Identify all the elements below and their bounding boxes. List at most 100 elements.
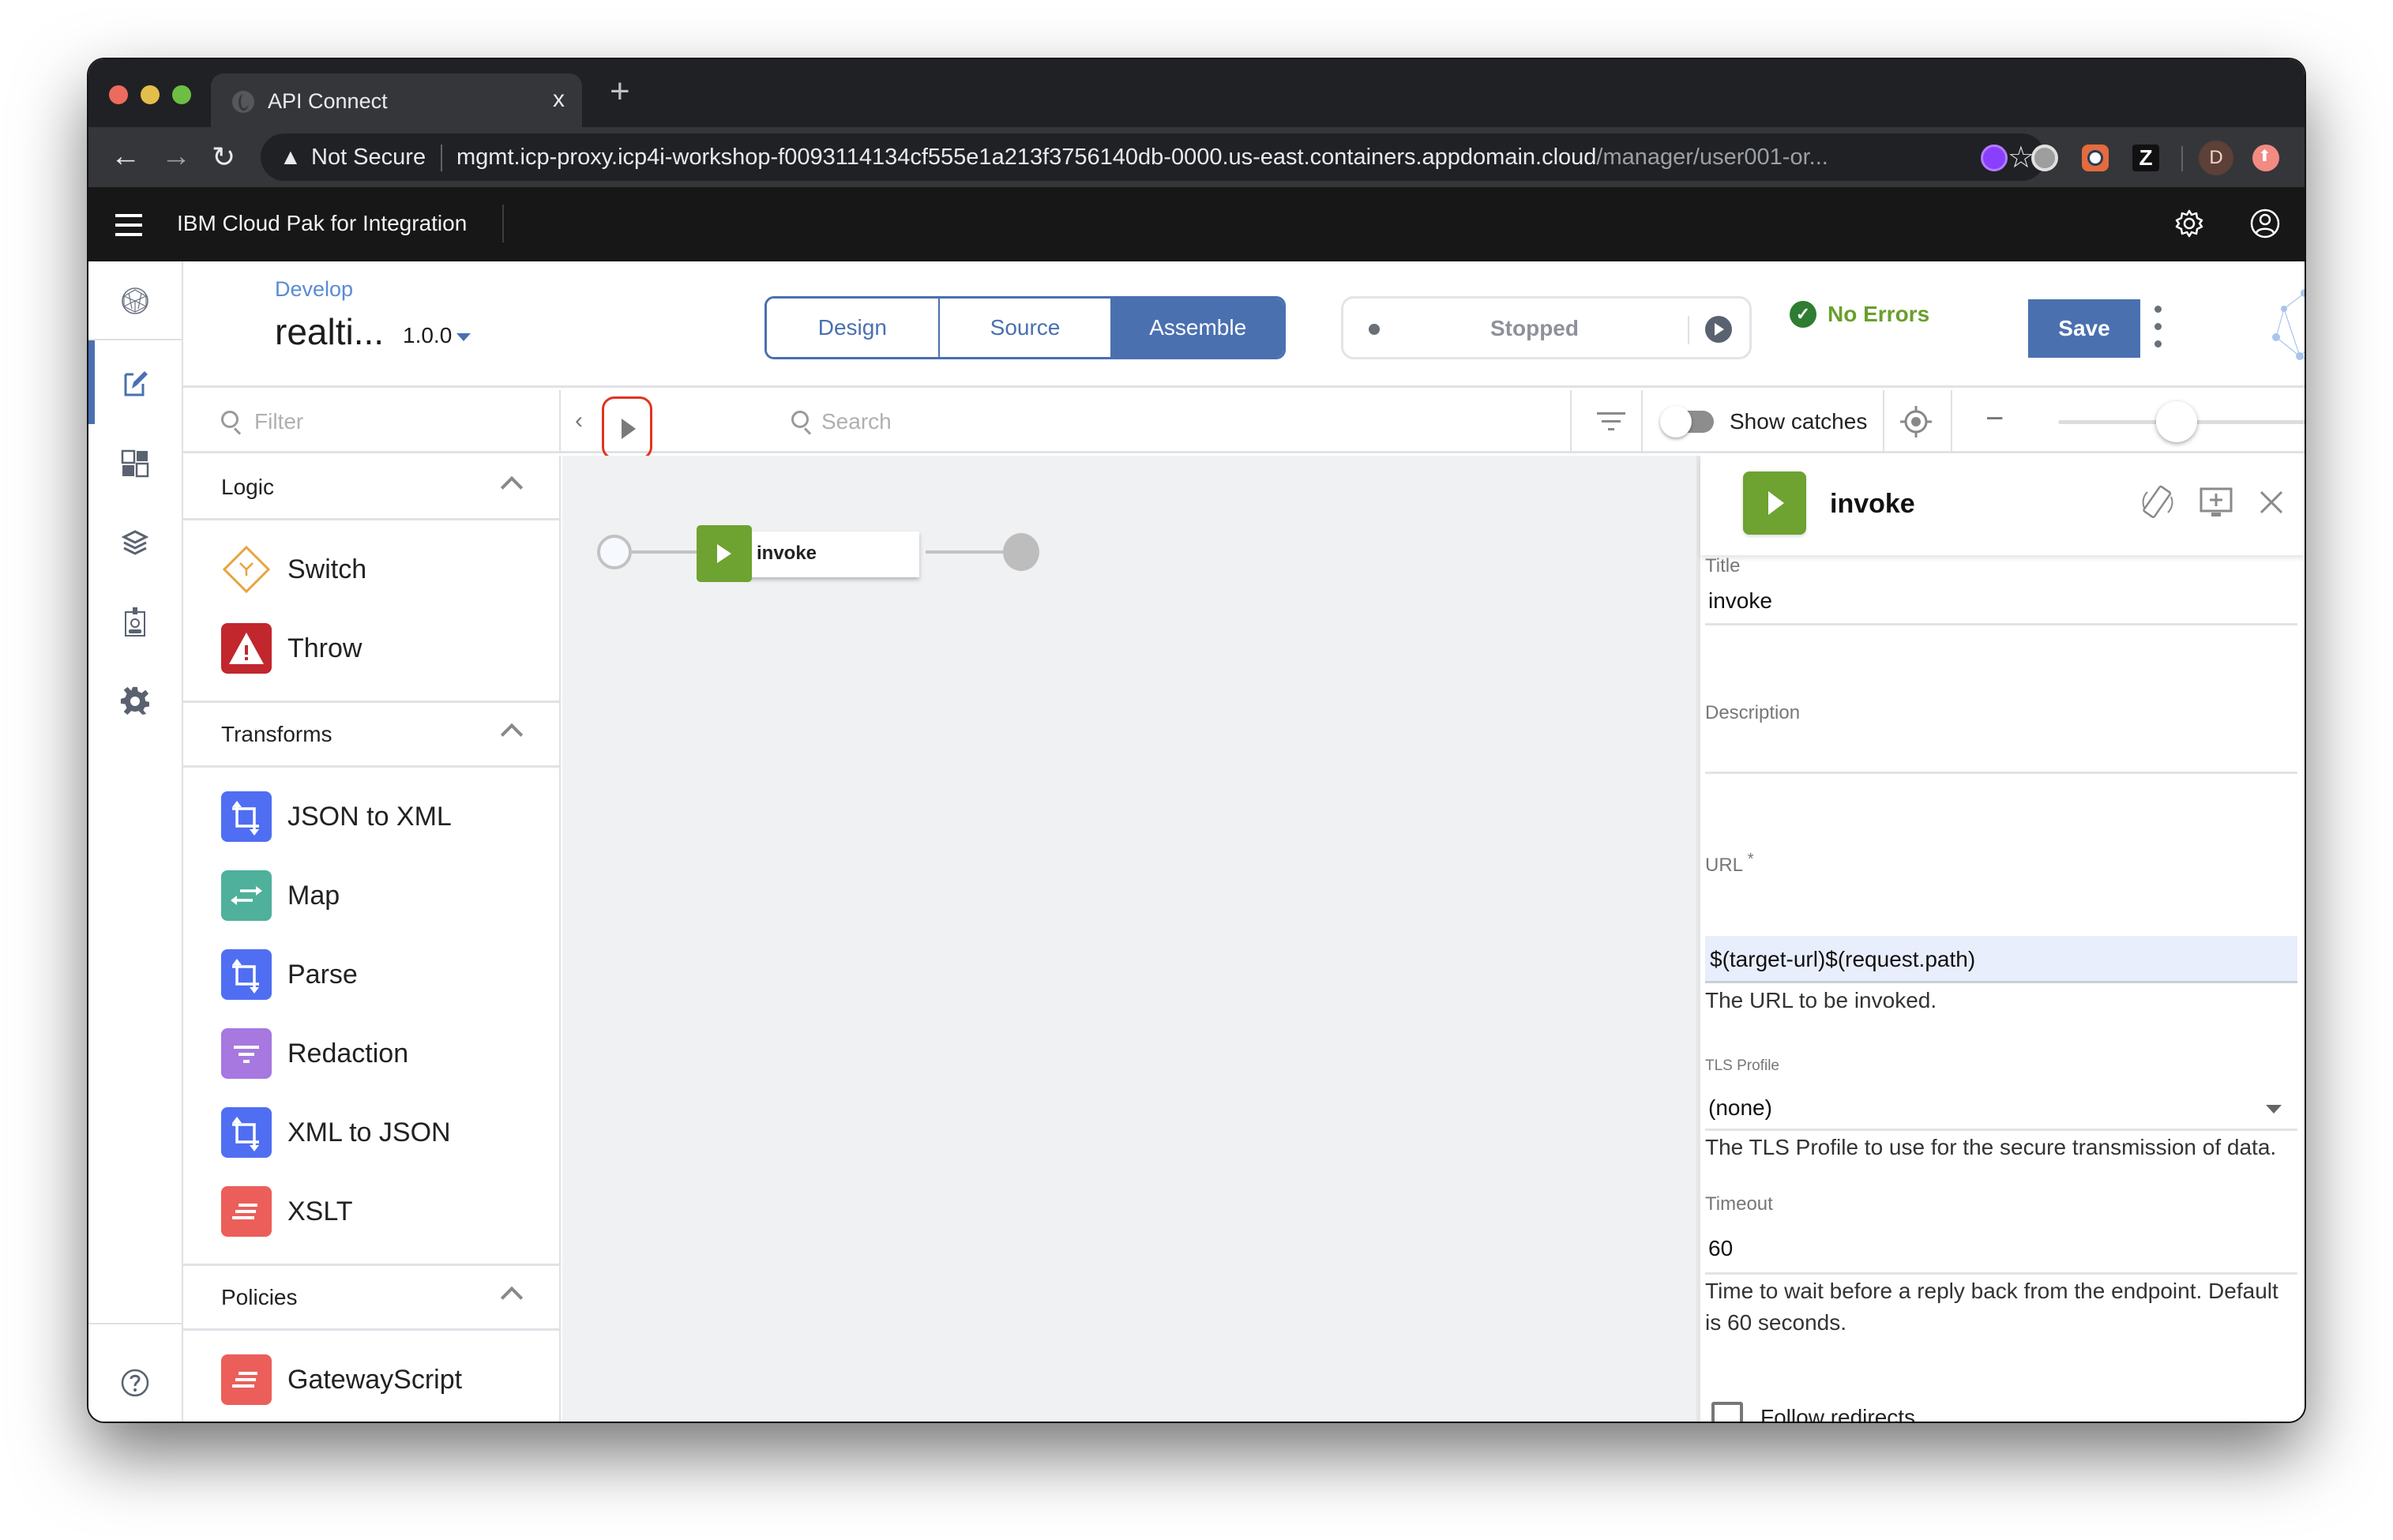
add-to-screen-icon[interactable] — [2198, 484, 2234, 520]
extension-z-icon[interactable]: Z — [2132, 145, 2159, 171]
zoom-slider-handle[interactable] — [2156, 401, 2198, 442]
filter-lines-icon[interactable] — [1597, 411, 1625, 433]
palette-item-switch[interactable]: Switch — [183, 530, 559, 609]
follow-redirects-label[interactable]: Follow redirects — [1757, 1405, 1915, 1422]
rail-members[interactable] — [88, 582, 182, 661]
rail-develop[interactable] — [88, 340, 182, 424]
window-close-button[interactable] — [109, 85, 128, 104]
editor-mode-switcher: Design Source Assemble — [764, 296, 1286, 359]
palette-item-xslt[interactable]: XSLT — [183, 1172, 559, 1251]
palette-filter-input[interactable]: Filter — [183, 390, 561, 453]
assembly-canvas[interactable]: invoke — [562, 456, 1696, 1422]
new-tab-button[interactable]: + — [610, 72, 630, 111]
version-dropdown[interactable]: 1.0.0 — [403, 323, 471, 348]
chevron-up-icon[interactable] — [500, 723, 524, 746]
back-button[interactable]: ← — [111, 140, 141, 174]
palette-item-redaction[interactable]: Redaction — [183, 1014, 559, 1093]
hamburger-menu-icon[interactable] — [115, 214, 142, 236]
api-editor-header: Develop realti... 1.0.0 Design Source As… — [183, 261, 2305, 388]
chevron-up-icon[interactable] — [500, 475, 524, 499]
start-play-button[interactable] — [1705, 316, 1732, 343]
rail-layers[interactable] — [88, 503, 182, 582]
version-label: 1.0.0 — [403, 323, 453, 347]
reload-button[interactable]: ↻ — [212, 141, 235, 174]
test-play-button[interactable] — [602, 396, 652, 460]
url-label-text: URL — [1705, 855, 1743, 876]
palette-item-xml-to-json[interactable]: XML to JSON — [183, 1093, 559, 1172]
settings-gear-icon[interactable] — [2173, 208, 2205, 239]
validation-status[interactable]: ✓ No Errors — [1790, 301, 1929, 328]
section-header-transforms[interactable]: Transforms — [183, 703, 559, 768]
show-catches-toggle[interactable] — [1660, 406, 1717, 438]
profile-avatar[interactable]: D — [2199, 141, 2233, 175]
extension-purple-icon[interactable] — [1981, 145, 2008, 171]
window-maximize-button[interactable] — [172, 85, 191, 104]
palette-item-throw[interactable]: Throw — [183, 609, 559, 688]
tab-design[interactable]: Design — [767, 299, 940, 357]
address-separator — [441, 145, 442, 171]
bookmark-star-icon[interactable]: ☆ — [2008, 140, 2034, 175]
flow-connector — [926, 550, 1005, 554]
rail-dashboard[interactable] — [88, 424, 182, 503]
forward-button[interactable]: → — [161, 140, 191, 174]
section-items-logic: Switch Throw — [183, 520, 559, 703]
palette-item-parse[interactable]: Parse — [183, 935, 559, 1014]
rotate-device-icon[interactable] — [2139, 484, 2176, 520]
palette-item-partial[interactable] — [183, 1419, 559, 1422]
url-text[interactable]: mgmt.icp-proxy.icp4i-workshop-f009311413… — [456, 145, 1828, 171]
timeout-field-input[interactable]: 60 — [1705, 1236, 2297, 1261]
window-minimize-button[interactable] — [141, 85, 160, 104]
collapse-palette-chevron-icon[interactable]: ‹ — [575, 408, 583, 434]
network-graphic-decoration — [2272, 289, 2305, 360]
search-icon — [791, 411, 809, 428]
crop-transform-icon — [221, 791, 272, 842]
locate-center-icon[interactable] — [1899, 404, 1933, 439]
url-field-label: URL * — [1705, 851, 1754, 877]
gateway-run-control: Stopped — [1341, 296, 1752, 359]
title-field-input[interactable]: invoke — [1705, 588, 2297, 614]
properties-panel: invoke Title invoke Description URL * $(… — [1696, 456, 2305, 1422]
description-field-input[interactable] — [1705, 732, 2297, 772]
rail-home[interactable] — [88, 261, 182, 340]
tls-profile-select[interactable]: (none) — [1705, 1087, 2297, 1129]
filter-placeholder: Filter — [254, 409, 304, 434]
close-icon[interactable] — [2253, 484, 2290, 520]
save-button[interactable]: Save — [2028, 299, 2140, 358]
rail-help[interactable] — [88, 1343, 182, 1422]
required-marker: * — [1747, 851, 1754, 868]
url-field-input[interactable]: $(target-url)$(request.path) — [1705, 936, 2297, 983]
breadcrumb-develop[interactable]: Develop — [275, 277, 353, 302]
follow-redirects-checkbox[interactable] — [1711, 1402, 1743, 1422]
browser-tab-bar: API Connect x + — [88, 59, 2305, 127]
play-icon — [697, 525, 752, 582]
timeout-field-underline — [1705, 1272, 2297, 1275]
palette-item-gatewayscript[interactable]: GatewayScript — [183, 1340, 559, 1419]
palette-item-map[interactable]: Map — [183, 856, 559, 935]
extension-gray-icon[interactable] — [2031, 145, 2058, 171]
invoke-policy-node[interactable]: invoke — [697, 525, 927, 582]
extension-camera-icon[interactable] — [2082, 145, 2109, 171]
description-field-label: Description — [1705, 702, 1801, 723]
tls-profile-underline — [1705, 1129, 2297, 1131]
tls-helper-text: The TLS Profile to use for the secure tr… — [1705, 1135, 2277, 1159]
user-profile-icon[interactable] — [2249, 208, 2281, 239]
browser-tab[interactable]: API Connect x — [211, 73, 582, 127]
overflow-menu-icon[interactable] — [2150, 302, 2166, 353]
tab-close-button[interactable]: x — [553, 86, 565, 113]
product-name: IBM Cloud Pak for Integration — [177, 211, 468, 235]
zoom-out-button[interactable]: − — [1985, 401, 2004, 437]
tls-profile-label: TLS Profile — [1705, 1057, 1779, 1074]
palette-item-label: JSON to XML — [287, 801, 452, 832]
browser-toolbar: ← → ↻ ▲ Not Secure mgmt.icp-proxy.icp4i-… — [88, 127, 2305, 187]
security-status[interactable]: Not Secure — [311, 145, 426, 171]
crop-transform-icon — [221, 1107, 272, 1158]
address-bar[interactable]: ▲ Not Secure mgmt.icp-proxy.icp4i-worksh… — [261, 133, 2046, 181]
section-header-logic[interactable]: Logic — [183, 456, 559, 520]
palette-item-json-to-xml[interactable]: JSON to XML — [183, 777, 559, 856]
tab-assemble[interactable]: Assemble — [1112, 299, 1283, 357]
rail-settings[interactable] — [88, 661, 182, 740]
section-header-policies[interactable]: Policies — [183, 1266, 559, 1331]
tab-source[interactable]: Source — [939, 299, 1113, 357]
update-icon[interactable] — [2252, 145, 2279, 171]
chevron-up-icon[interactable] — [500, 1286, 524, 1309]
